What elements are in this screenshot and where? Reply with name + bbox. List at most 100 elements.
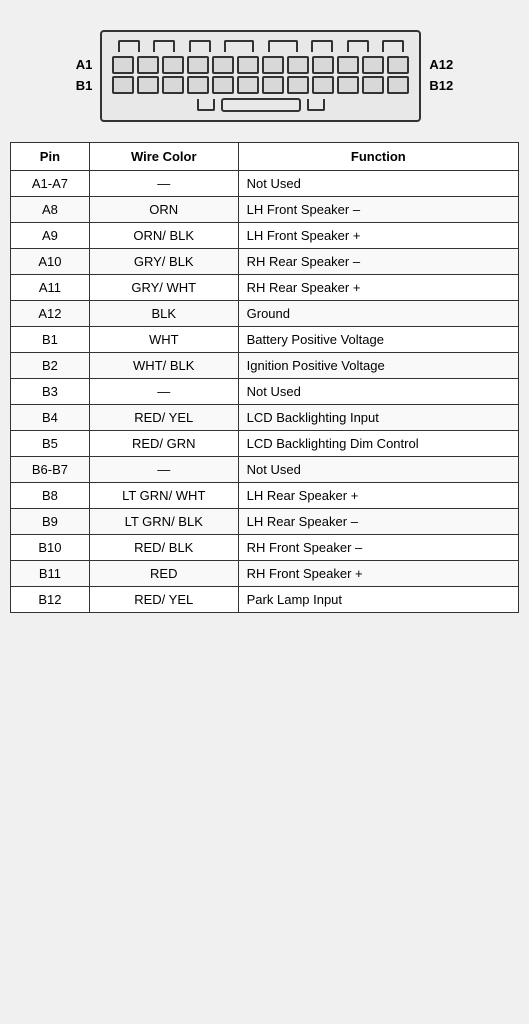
cell-wire-color: — [89,457,238,483]
tab-1 [118,40,140,52]
label-b12: B12 [429,76,453,97]
cell-pin: B2 [11,353,90,379]
table-header-row: Pin Wire Color Function [11,143,519,171]
cell-function: LH Rear Speaker – [238,509,518,535]
pin-table: Pin Wire Color Function A1-A7—Not UsedA8… [10,142,519,613]
cell-function: Park Lamp Input [238,587,518,613]
bottom-tab-1 [197,99,215,111]
right-labels: A12 B12 [429,55,453,97]
label-a1: A1 [76,55,93,76]
cell-function: RH Front Speaker + [238,561,518,587]
pin-row-b [112,76,409,94]
cell-wire-color: LT GRN/ BLK [89,509,238,535]
cell-function: Ground [238,301,518,327]
cell-function: Ignition Positive Voltage [238,353,518,379]
cell-wire-color: RED/ GRN [89,431,238,457]
pin-b7 [262,76,284,94]
pin-a3 [162,56,184,74]
cell-pin: A11 [11,275,90,301]
pin-a5 [212,56,234,74]
cell-pin: A8 [11,197,90,223]
label-b1: B1 [76,76,93,97]
table-row: B10RED/ BLKRH Front Speaker – [11,535,519,561]
pin-table-container: Pin Wire Color Function A1-A7—Not UsedA8… [10,142,519,613]
cell-wire-color: GRY/ BLK [89,249,238,275]
cell-pin: B11 [11,561,90,587]
cell-wire-color: ORN [89,197,238,223]
header-wire-color: Wire Color [89,143,238,171]
cell-function: Not Used [238,379,518,405]
table-row: B11REDRH Front Speaker + [11,561,519,587]
table-row: A8ORNLH Front Speaker – [11,197,519,223]
table-row: B3—Not Used [11,379,519,405]
cell-pin: B4 [11,405,90,431]
left-labels: A1 B1 [76,55,93,97]
pin-b1 [112,76,134,94]
cell-wire-color: BLK [89,301,238,327]
cell-wire-color: RED/ YEL [89,587,238,613]
bottom-tab-2 [307,99,325,111]
cell-function: LH Front Speaker – [238,197,518,223]
header-pin: Pin [11,143,90,171]
pin-b4 [187,76,209,94]
cell-pin: B6-B7 [11,457,90,483]
table-row: B4RED/ YELLCD Backlighting Input [11,405,519,431]
cell-pin: B5 [11,431,90,457]
cell-pin: A12 [11,301,90,327]
table-row: B6-B7—Not Used [11,457,519,483]
tab-4 [224,40,254,52]
pin-b11 [362,76,384,94]
pin-a8 [287,56,309,74]
cell-pin: B8 [11,483,90,509]
table-row: A10GRY/ BLKRH Rear Speaker – [11,249,519,275]
tab-6 [311,40,333,52]
cell-pin: B9 [11,509,90,535]
tab-7 [347,40,369,52]
cell-wire-color: ORN/ BLK [89,223,238,249]
cell-function: RH Rear Speaker + [238,275,518,301]
cell-function: RH Front Speaker – [238,535,518,561]
cell-wire-color: — [89,171,238,197]
cell-wire-color: RED [89,561,238,587]
table-row: A9ORN/ BLKLH Front Speaker + [11,223,519,249]
pin-b9 [312,76,334,94]
top-tabs [112,40,409,52]
pin-a4 [187,56,209,74]
table-row: B5RED/ GRNLCD Backlighting Dim Control [11,431,519,457]
cell-function: LCD Backlighting Dim Control [238,431,518,457]
table-row: A11GRY/ WHTRH Rear Speaker + [11,275,519,301]
pin-a7 [262,56,284,74]
pin-b3 [162,76,184,94]
table-row: A12BLKGround [11,301,519,327]
pin-row-a [112,56,409,74]
tab-8 [382,40,404,52]
cell-pin: A9 [11,223,90,249]
table-row: B9LT GRN/ BLKLH Rear Speaker – [11,509,519,535]
pin-a11 [362,56,384,74]
cell-function: LH Rear Speaker + [238,483,518,509]
cell-wire-color: WHT/ BLK [89,353,238,379]
pin-a12 [387,56,409,74]
cell-pin: A1-A7 [11,171,90,197]
pin-b12 [387,76,409,94]
cell-wire-color: LT GRN/ WHT [89,483,238,509]
table-row: A1-A7—Not Used [11,171,519,197]
pin-b10 [337,76,359,94]
cell-wire-color: RED/ BLK [89,535,238,561]
cell-wire-color: GRY/ WHT [89,275,238,301]
pin-a10 [337,56,359,74]
tab-2 [153,40,175,52]
connector-bottom [112,98,409,112]
pin-b2 [137,76,159,94]
cell-function: Not Used [238,457,518,483]
tab-3 [189,40,211,52]
connector-diagram: A1 B1 [65,30,465,122]
latch [221,98,301,112]
table-row: B12RED/ YELPark Lamp Input [11,587,519,613]
pin-b8 [287,76,309,94]
cell-wire-color: WHT [89,327,238,353]
pin-a2 [137,56,159,74]
cell-pin: B12 [11,587,90,613]
table-row: B1WHTBattery Positive Voltage [11,327,519,353]
cell-function: Battery Positive Voltage [238,327,518,353]
